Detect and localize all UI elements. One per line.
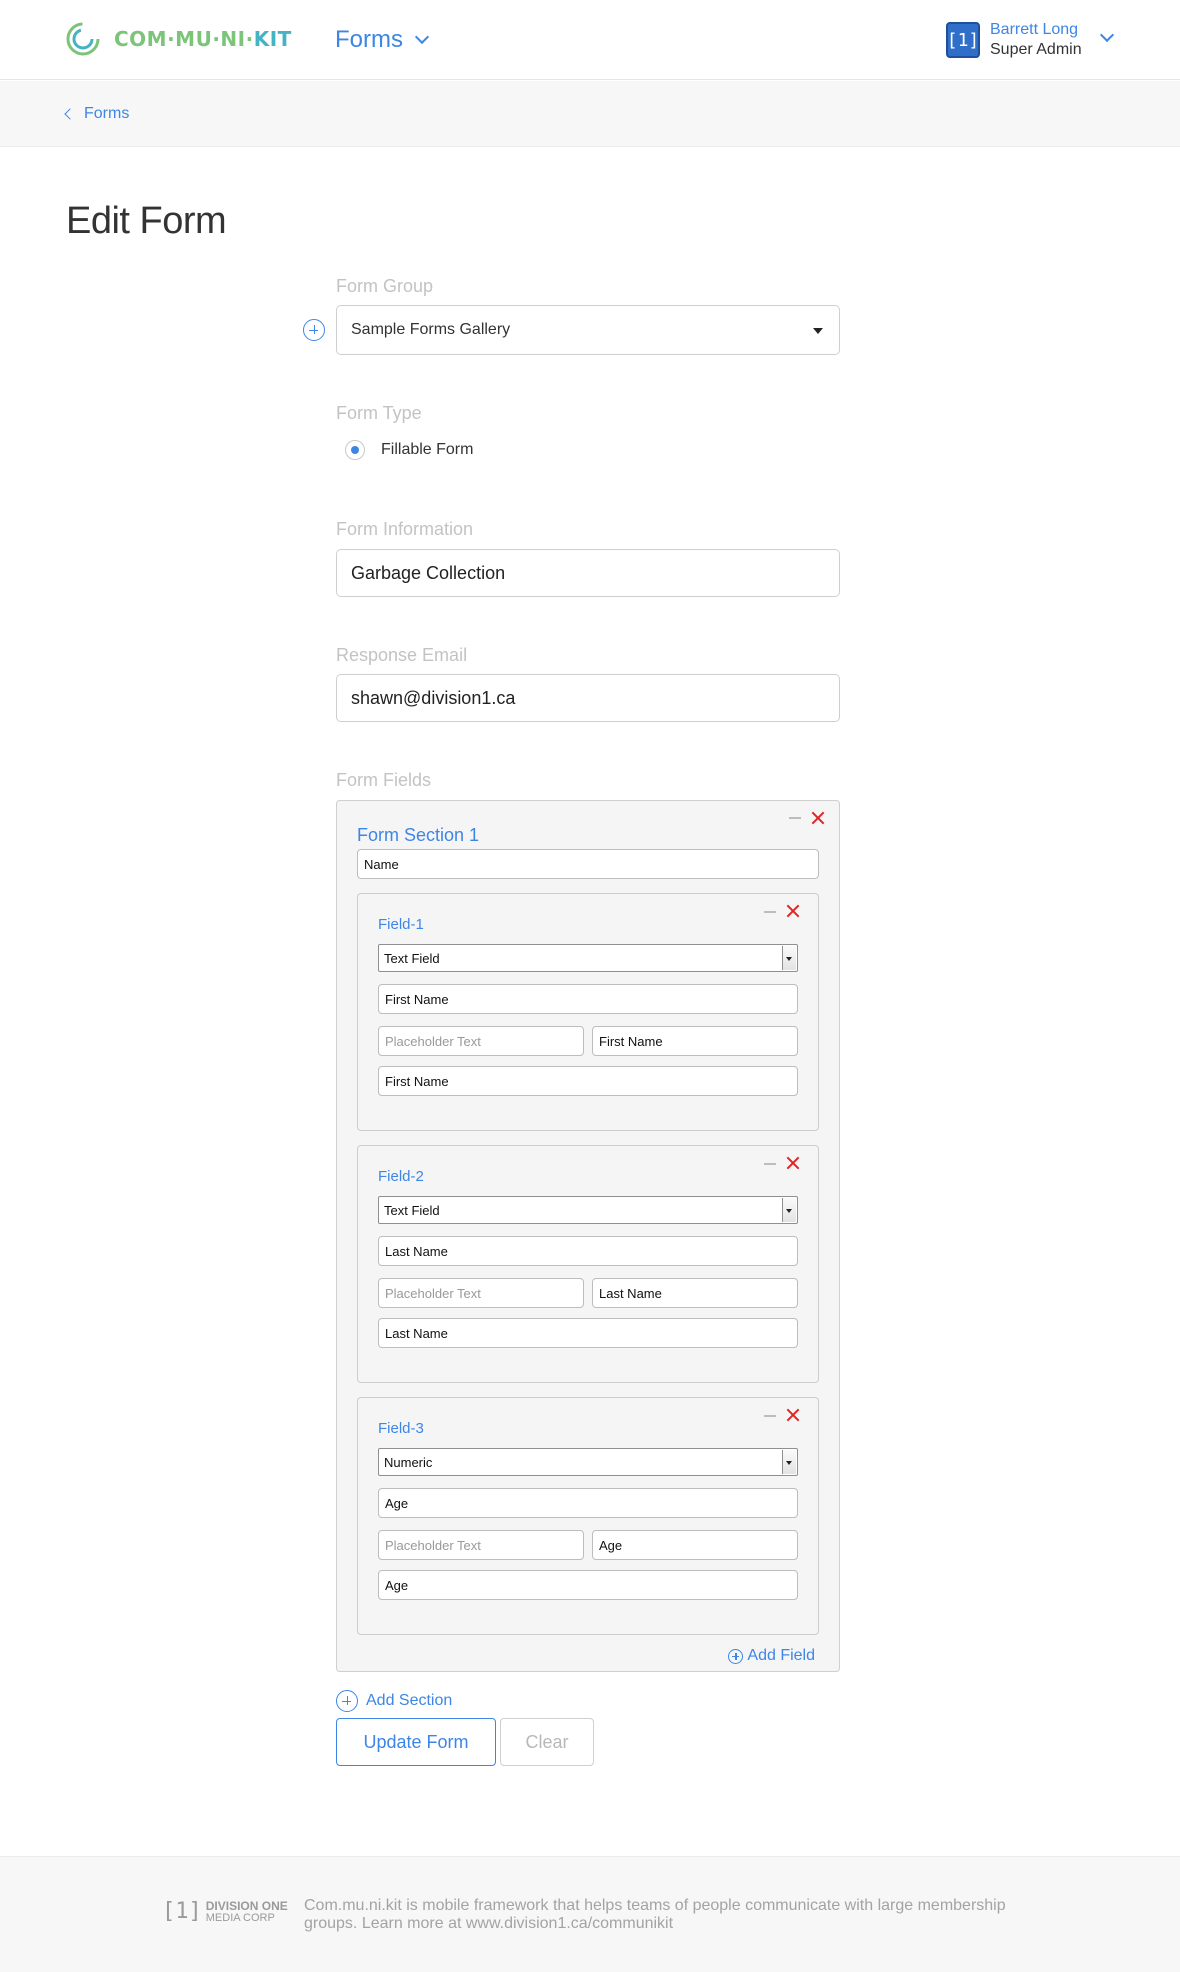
logo-line-1: DIVISION ONE [205,1898,288,1913]
select-arrow-icon [782,946,796,970]
collapse-field-icon[interactable] [764,911,776,913]
user-role: Super Admin [990,41,1082,58]
field-key-input[interactable]: First Name [378,1066,798,1096]
footer-description: Com.mu.ni.kit is mobile framework that h… [304,1897,1006,1932]
user-menu[interactable]: [1] Barrett Long Super Admin [946,20,1115,60]
section-title: Form Section 1 [357,825,480,845]
field-title: Field-3 [378,1420,424,1437]
form-group-value: Sample Forms Gallery [351,321,511,338]
logo-wordmark: COM·MU·NI·KIT [114,27,292,51]
response-email-value: shawn@division1.ca [351,687,516,708]
form-type-option-label: Fillable Form [381,441,474,458]
field-card: Field-3 Numeric Age Placeholder Text Age… [357,1397,819,1635]
close-icon[interactable] [811,811,825,825]
placeholder-value-input[interactable]: Last Name [592,1278,798,1308]
form-type-label: Form Type [336,403,422,423]
form-information-value: Garbage Collection [351,562,506,583]
chevron-down-icon [1099,27,1115,43]
field-title: Field-2 [378,1168,424,1185]
form-group-select[interactable]: Sample Forms Gallery [336,305,840,355]
chevron-left-icon [64,108,76,120]
add-form-group-icon[interactable] [303,319,325,341]
field-label-input[interactable]: Age [378,1488,798,1518]
top-header: COM·MU·NI·KIT Forms [1] Barrett Long Sup… [0,0,1180,80]
footer: [1] DIVISION ONE MEDIA CORP Com.mu.ni.ki… [0,1856,1180,1972]
form-type-radio-fillable[interactable]: Fillable Form [345,440,473,460]
division-one-logo[interactable]: [1] DIVISION ONE MEDIA CORP [162,1899,288,1924]
add-field-label: Add Field [747,1647,815,1664]
page-title: Edit Form [66,200,227,242]
radio-selected-icon[interactable] [345,440,365,460]
field-key-input[interactable]: Last Name [378,1318,798,1348]
breadcrumb[interactable]: Forms [64,105,129,123]
field-label-input[interactable]: Last Name [378,1236,798,1266]
collapse-section-icon[interactable] [789,817,801,819]
plus-circle-icon [728,1648,744,1664]
field-label-input[interactable]: First Name [378,984,798,1014]
chevron-down-icon [414,29,430,45]
placeholder-input[interactable]: Placeholder Text [378,1530,584,1560]
field-type-select[interactable]: Numeric [378,1448,798,1476]
avatar: [1] [946,22,980,58]
user-name: Barrett Long [990,21,1079,38]
add-section-label: Add Section [366,1692,453,1709]
form-information-label: Form Information [336,519,474,539]
select-arrow-icon [782,1450,796,1474]
form-fields-label: Form Fields [336,770,432,790]
clear-button[interactable]: Clear [500,1718,594,1766]
collapse-field-icon[interactable] [764,1415,776,1417]
field-title: Field-1 [378,916,424,933]
field-key-input[interactable]: Age [378,1570,798,1600]
add-field-button[interactable]: Add Field [728,1647,815,1665]
close-icon[interactable] [786,1408,800,1422]
placeholder-value-input[interactable]: Age [592,1530,798,1560]
field-card: Field-1 Text Field First Name Placeholde… [357,893,819,1131]
form-section: Form Section 1 Name Field-1 Text Field F… [336,800,840,1672]
placeholder-value-input[interactable]: First Name [592,1026,798,1056]
breadcrumb-bar: Forms [0,81,1180,147]
placeholder-input[interactable]: Placeholder Text [378,1278,584,1308]
form-information-input[interactable]: Garbage Collection [336,549,840,597]
field-type-select[interactable]: Text Field [378,1196,798,1224]
add-section-button[interactable]: Add Section [336,1690,452,1712]
update-form-button[interactable]: Update Form [336,1718,496,1766]
breadcrumb-forms-link[interactable]: Forms [84,105,129,123]
close-icon[interactable] [786,1156,800,1170]
select-arrow-icon [782,1198,796,1222]
division-one-wordmark: DIVISION ONE MEDIA CORP [206,1900,288,1924]
nav-forms-dropdown[interactable]: Forms [335,26,430,54]
placeholder-input[interactable]: Placeholder Text [378,1026,584,1056]
field-type-value: Numeric [384,1454,433,1470]
app-logo[interactable]: COM·MU·NI·KIT [66,22,292,56]
plus-circle-icon [336,1690,358,1712]
form-group-label: Form Group [336,276,434,296]
field-card: Field-2 Text Field Last Name Placeholder… [357,1145,819,1383]
communikit-logo-icon [66,22,100,56]
response-email-label: Response Email [336,645,468,665]
response-email-input[interactable]: shawn@division1.ca [336,674,840,722]
field-type-value: Text Field [384,950,440,966]
close-icon[interactable] [786,904,800,918]
user-info: Barrett Long Super Admin [990,20,1082,60]
section-name-input[interactable]: Name [357,849,819,879]
collapse-field-icon[interactable] [764,1163,776,1165]
field-type-select[interactable]: Text Field [378,944,798,972]
logo-line-2: MEDIA CORP [205,1911,275,1924]
nav-forms-label: Forms [335,26,403,53]
caret-down-icon [813,328,823,334]
division-one-logo-icon: [1] [162,1899,202,1924]
field-type-value: Text Field [384,1202,440,1218]
